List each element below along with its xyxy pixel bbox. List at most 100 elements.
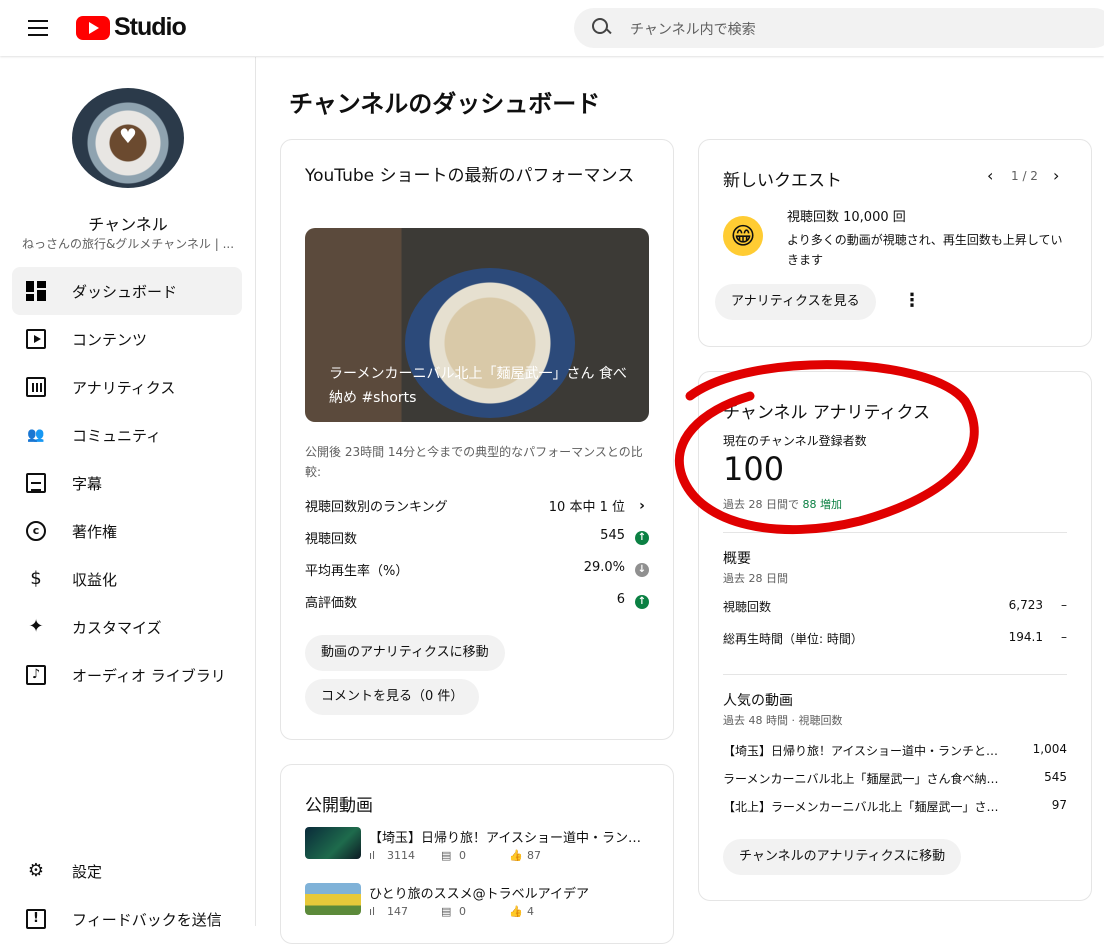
quest-headline: 視聴回数 10,000 回 [787, 210, 906, 225]
quest-description: より多くの動画が視聴され、再生回数も上昇していきます [787, 233, 1063, 267]
subtitles-icon [26, 473, 46, 493]
search-input[interactable]: チャンネル内で検索 [574, 8, 1104, 48]
quest-pager: 1 / 2 [1011, 169, 1038, 183]
top-video-row[interactable]: 【埼玉】日帰り旅！アイスショー道中・ランチと… 1,004 [723, 742, 1067, 764]
monetization-icon: $ [30, 568, 42, 589]
sidebar-item-label: 字幕 [72, 475, 103, 493]
stat-label: 総再生時間（単位: 時間） [723, 632, 863, 646]
card-title: 公開動画 [305, 796, 373, 816]
channel-title: チャンネル [88, 215, 168, 234]
comments-count: 0 [459, 905, 466, 918]
stat-value: 194.1 [1008, 630, 1043, 644]
video-title: ひとり旅のススメ@トラベルアイデア [369, 887, 589, 902]
channel-analytics-card: チャンネル アナリティクス 現在のチャンネル登録者数 100 過去 28 日間で… [698, 371, 1092, 901]
channel-analytics-button[interactable]: チャンネルのアナリティクスに移動 [723, 839, 962, 875]
sidebar-item-feedback[interactable]: ! フィードバックを送信 [12, 899, 242, 939]
dashboard-icon [26, 281, 46, 301]
sidebar-item-analytics[interactable]: アナリティクス [12, 363, 242, 411]
youtube-logo-icon [76, 15, 110, 40]
sidebar-item-settings[interactable]: ⚙ 設定 [12, 851, 242, 891]
row-value: 10 本中 1 位 [548, 500, 625, 515]
arrow-down-icon: ↓ [635, 563, 649, 577]
channel-avatar[interactable]: ♥ [72, 88, 184, 188]
view-comments-button[interactable]: コメントを見る（0 件） [305, 679, 480, 715]
card-title: 新しいクエスト [723, 171, 842, 191]
stat-value: 6,723 [1008, 598, 1043, 612]
list-item[interactable]: ひとり旅のススメ@トラベルアイデア ıl 147 ▤ 0 👍 4 [305, 883, 649, 927]
subscribers-change: 過去 28 日間で 88 増加 [723, 496, 842, 512]
comments-icon: ▤ [441, 849, 452, 862]
comments-count: 0 [459, 849, 466, 862]
short-title: ラーメンカーニバル北上「麺屋武一」さん 食べ納め #shorts [329, 366, 627, 406]
more-vert-icon[interactable]: ⋮ [903, 290, 921, 311]
video-title: 【埼玉】日帰り旅！アイスショー道中・ランチとお土産 [369, 831, 649, 846]
copyright-icon: c [26, 521, 46, 541]
youtube-studio-logo[interactable]: Studio [76, 13, 187, 42]
menu-icon[interactable] [22, 17, 54, 39]
arrow-up-icon: ↑ [635, 531, 649, 545]
chevron-right-icon[interactable]: › [1053, 166, 1059, 185]
video-thumbnail [305, 883, 361, 915]
search-placeholder: チャンネル内で検索 [630, 22, 756, 38]
row-value: 545 [600, 528, 625, 543]
sidebar-item-label: アナリティクス [72, 379, 176, 397]
feedback-icon: ! [26, 909, 46, 929]
video-analytics-button[interactable]: 動画のアナリティクスに移動 [305, 635, 505, 671]
sidebar-item-content[interactable]: コンテンツ [12, 315, 242, 363]
top-video-row[interactable]: ラーメンカーニバル北上「麺屋武一」さん食べ納… 545 [723, 770, 1067, 792]
gear-icon: ⚙ [27, 860, 45, 881]
comments-icon: ▤ [441, 905, 452, 918]
sidebar-item-monetization[interactable]: $ 収益化 [12, 555, 242, 603]
sidebar-item-community[interactable]: 👥 コミュニティ [12, 411, 242, 459]
change-prefix: 過去 28 日間で [723, 498, 799, 511]
top-video-row[interactable]: 【北上】ラーメンカーニバル北上「麺屋武一」さ… 97 [723, 798, 1067, 820]
sidebar-item-label: カスタマイズ [72, 619, 162, 637]
subscribers-count: 100 [723, 450, 785, 488]
chevron-right-icon: › [639, 498, 645, 514]
sidebar-item-label: コンテンツ [72, 331, 148, 349]
row-label: 視聴回数 [305, 532, 358, 547]
comparison-summary: 公開後 23時間 14分と今までの典型的なパフォーマンスとの比較: [305, 445, 643, 479]
row-value: 6 [616, 592, 625, 607]
community-icon: 👥 [27, 427, 45, 443]
sidebar-item-customize[interactable]: ✦ カスタマイズ [12, 603, 242, 651]
views-icon: ıl [369, 905, 376, 918]
row-value: 29.0% [583, 560, 625, 575]
channel-subtitle: ねっさんの旅行&グルメチャンネル | ... [21, 237, 235, 251]
card-title: YouTube ショートの最新のパフォーマンス [305, 166, 635, 186]
sidebar-item-label: コミュニティ [72, 427, 162, 445]
sidebar-item-audio-library[interactable]: ♪ オーディオ ライブラリ [12, 651, 242, 699]
stat-trend: – [1061, 598, 1067, 612]
sidebar-item-label: オーディオ ライブラリ [72, 667, 226, 685]
ranking-row[interactable]: 視聴回数別のランキング 10 本中 1 位 › [305, 496, 649, 520]
thumbs-up-icon: 👍 [509, 849, 523, 862]
stat-trend: – [1061, 630, 1067, 644]
top-videos-title: 人気の動画 [723, 693, 793, 709]
sidebar-item-dashboard[interactable]: ダッシュボード [12, 267, 242, 315]
views-row: 視聴回数 545 ↑ [305, 528, 649, 552]
sidebar-item-label: 設定 [72, 863, 103, 881]
overview-period: 過去 28 日間 [723, 572, 788, 585]
top-video-title: ラーメンカーニバル北上「麺屋武一」さん食べ納… [723, 772, 999, 786]
list-item[interactable]: 【埼玉】日帰り旅！アイスショー道中・ランチとお土産 ıl 3114 ▤ 0 👍 … [305, 827, 649, 871]
row-label: 視聴回数別のランキング [305, 500, 448, 515]
thumbs-up-icon: 👍 [509, 905, 523, 918]
short-thumbnail[interactable]: ラーメンカーニバル北上「麺屋武一」さん 食べ納め #shorts [305, 228, 649, 422]
change-value: 88 増加 [802, 498, 843, 511]
page-title: チャンネルのダッシュボード [289, 90, 601, 118]
stat-row: 総再生時間（単位: 時間） 194.1 – [723, 630, 1067, 650]
divider [723, 532, 1067, 533]
view-analytics-button[interactable]: アナリティクスを見る [715, 284, 876, 320]
top-bar: Studio チャンネル内で検索 [0, 0, 1104, 56]
sidebar-item-subtitles[interactable]: 字幕 [12, 459, 242, 507]
customize-icon: ✦ [28, 616, 44, 637]
row-label: 高評価数 [305, 596, 358, 611]
likes-row: 高評価数 6 ↑ [305, 592, 649, 616]
published-videos-card: 公開動画 【埼玉】日帰り旅！アイスショー道中・ランチとお土産 ıl 3114 ▤… [280, 764, 674, 944]
sidebar-item-copyright[interactable]: c 著作権 [12, 507, 242, 555]
views-count: 3114 [387, 849, 415, 862]
chevron-left-icon[interactable]: ‹ [987, 166, 993, 185]
studio-wordmark: Studio [114, 13, 187, 41]
row-label: 平均再生率（%） [305, 564, 409, 579]
heart-icon: ♥ [119, 124, 137, 148]
